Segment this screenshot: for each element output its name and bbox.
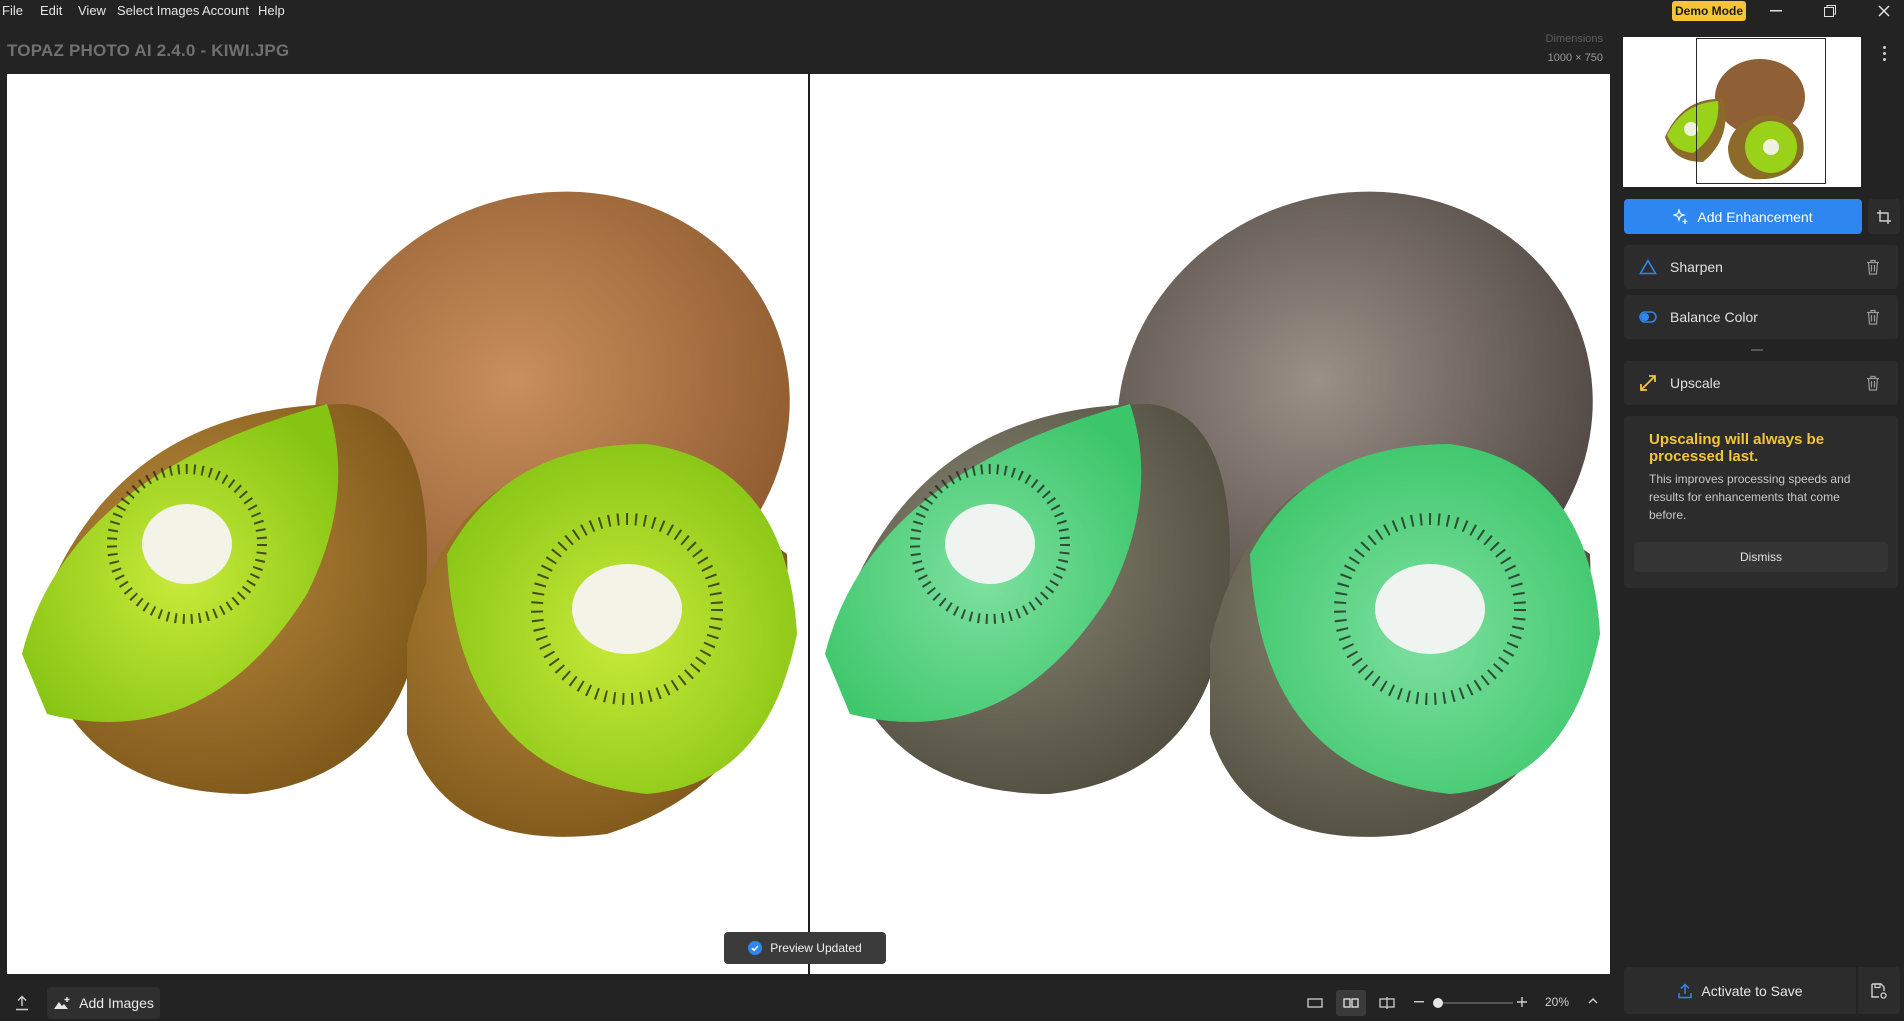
close-button[interactable] [1864,0,1904,21]
enhancement-balance-color[interactable]: Balance Color [1624,295,1898,339]
demo-mode-badge[interactable]: Demo Mode [1672,1,1746,21]
zoom-slider-handle[interactable] [1433,998,1443,1008]
add-images-button[interactable]: Add Images [47,987,160,1019]
info-title: Upscaling will always be processed last. [1649,431,1825,465]
menu-bar: File Edit View Select Images Account Hel… [0,0,1904,21]
enhancement-label: Upscale [1670,375,1721,391]
processed-image [825,191,1600,837]
crop-icon [1877,209,1891,224]
zoom-level[interactable]: 20% [1545,995,1569,1009]
original-image [22,191,797,837]
upload-icon [16,995,28,1011]
single-view-icon [1307,998,1323,1008]
upload-button[interactable] [10,992,34,1014]
add-enhancement-label: Add Enhancement [1697,208,1813,225]
plus-icon [1517,997,1527,1007]
crop-button[interactable] [1868,199,1900,234]
thumbnail-viewport-frame[interactable] [1696,38,1826,184]
add-images-label: Add Images [79,995,154,1011]
restore-button[interactable] [1810,0,1850,21]
zoom-out-button[interactable] [1413,995,1425,1009]
trash-icon[interactable] [1864,258,1882,276]
activate-label: Activate to Save [1701,982,1803,999]
image-canvas[interactable] [7,74,1610,974]
save-settings-icon [1871,982,1887,999]
minimize-button[interactable] [1756,0,1796,21]
dimensions-label: Dimensions [1545,33,1603,45]
trash-icon[interactable] [1864,374,1882,392]
more-icon [1882,45,1886,49]
menu-help[interactable]: Help [258,3,285,18]
activate-to-save-button[interactable]: Activate to Save [1624,967,1856,1014]
zoom-in-button[interactable] [1516,995,1528,1009]
menu-account[interactable]: Account [202,3,249,18]
menu-select-images[interactable]: Select Images [117,3,199,18]
minimize-icon [1770,9,1782,11]
drag-grip[interactable] [1751,349,1763,351]
restore-icon [1824,4,1836,17]
sparkle-add-icon [1673,208,1688,224]
enhancement-label: Balance Color [1670,309,1758,325]
dimensions-value: 1000 × 750 [1547,52,1603,64]
image-add-icon [54,997,70,1009]
zoom-menu-button[interactable] [1587,995,1599,1007]
enhancement-label: Sharpen [1670,259,1723,275]
split-view-button[interactable] [1372,990,1402,1016]
toggle-icon [1638,307,1658,327]
single-view-button[interactable] [1300,990,1330,1016]
menu-file[interactable]: File [2,3,23,18]
more-options-button[interactable] [1876,44,1892,62]
preview-updated-toast: Preview Updated [724,932,886,964]
split-view-icon [1379,997,1395,1009]
minus-icon [1414,1001,1424,1003]
enhancement-sharpen[interactable]: Sharpen [1624,245,1898,289]
dismiss-button[interactable]: Dismiss [1634,542,1888,572]
toast-text: Preview Updated [770,941,862,955]
triangle-icon [1638,257,1658,277]
side-by-side-view-button[interactable] [1336,990,1366,1016]
trash-icon[interactable] [1864,308,1882,326]
menu-edit[interactable]: Edit [40,3,62,18]
zoom-slider-track[interactable] [1435,1002,1513,1004]
expand-arrows-icon [1638,373,1658,393]
side-by-side-icon [1343,998,1359,1008]
menu-view[interactable]: View [78,3,106,18]
add-enhancement-button[interactable]: Add Enhancement [1624,199,1862,234]
app-title: TOPAZ PHOTO AI 2.4.0 - KIWI.JPG [7,41,290,60]
close-icon [1878,4,1890,17]
check-circle-icon [748,941,763,955]
info-body: This improves processing speeds and resu… [1649,472,1851,522]
enhancement-upscale[interactable]: Upscale [1624,361,1898,405]
export-settings-button[interactable] [1858,967,1900,1014]
chevron-up-icon [1588,998,1598,1004]
upload-icon [1678,982,1693,998]
